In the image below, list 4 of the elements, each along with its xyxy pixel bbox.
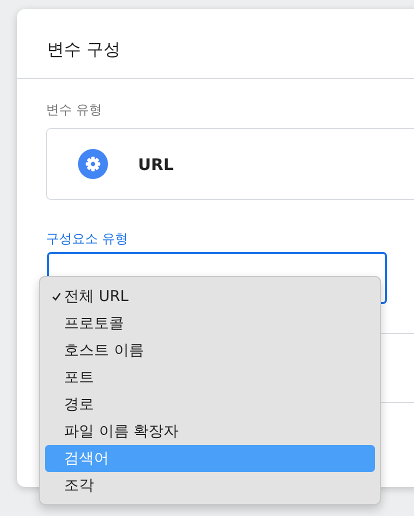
variable-type-value: URL [138, 154, 174, 174]
dialog-title: 변수 구성 [46, 39, 122, 62]
component-type-label: 구성요소 유형 [46, 231, 130, 249]
variable-type-label: 변수 유형 [46, 102, 104, 120]
